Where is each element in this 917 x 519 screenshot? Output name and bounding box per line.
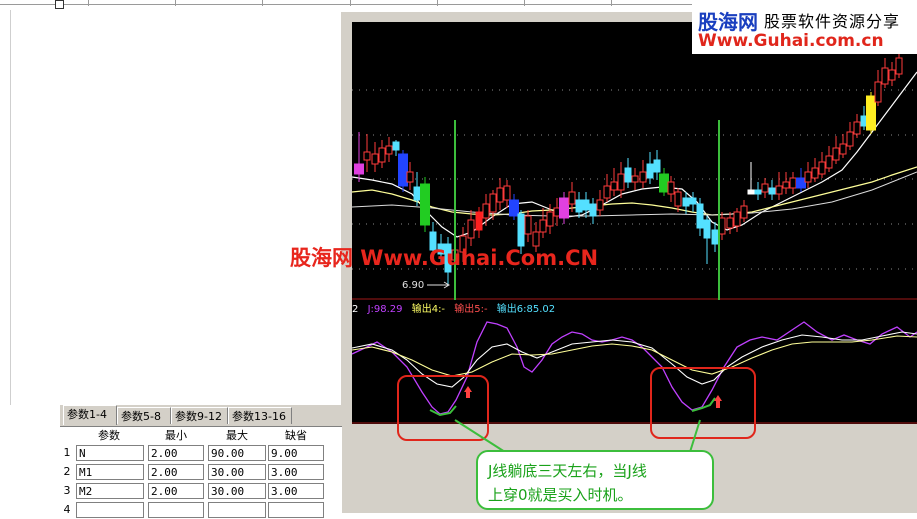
parameter-tabs: 参数1-4 参数5-8 参数9-12 参数13-16 [60, 405, 342, 425]
parameter-row: 2 M1 2.00 30.00 3.00 [60, 463, 342, 481]
logo-tagline: 股票软件资源分享 [764, 12, 901, 31]
parameter-row: 3 M2 2.00 30.00 3.00 [60, 482, 342, 500]
param-min-field[interactable]: 2.00 [148, 464, 204, 480]
annotation-line-2: 上穿0就是买入时机。 [488, 486, 633, 504]
param-name-field[interactable]: M1 [76, 464, 144, 480]
tab-params-13-16[interactable]: 参数13-16 [228, 407, 292, 424]
param-max-field[interactable]: 30.00 [208, 464, 266, 480]
param-name-field[interactable]: M2 [76, 483, 144, 499]
param-max-field[interactable]: 90.00 [208, 445, 266, 461]
header-min: 最小 [165, 429, 187, 442]
row-number: 2 [63, 465, 71, 478]
parameter-row: 4 [60, 501, 342, 519]
header-param: 参数 [98, 429, 120, 442]
parameter-row: 1 N 2.00 90.00 9.00 [60, 444, 342, 462]
watermark: 股海网 Www.Guhai.Com.CN [290, 246, 599, 270]
tab-params-1-4[interactable]: 参数1-4 [63, 405, 117, 425]
annotation-callout: J线躺底三天左右，当J线 上穿0就是买入时机。 [476, 450, 714, 510]
site-logo[interactable]: 股海网 股票软件资源分享 Www.Guhai.com.cn [692, 4, 917, 54]
param-name-field[interactable]: N [76, 445, 144, 461]
tab-params-5-8[interactable]: 参数5-8 [117, 407, 171, 424]
tab-params-9-12[interactable]: 参数9-12 [171, 407, 228, 424]
row-number: 4 [63, 503, 71, 516]
parameter-grid-header: 参数 最小 最大 缺省 [60, 427, 342, 445]
param-default-field[interactable]: 3.00 [268, 464, 324, 480]
header-max: 最大 [226, 429, 248, 442]
param-default-field[interactable]: 3.00 [268, 483, 324, 499]
param-min-field[interactable] [148, 502, 204, 518]
param-default-field[interactable] [268, 502, 324, 518]
parameter-grid: 参数 最小 最大 缺省 1 N 2.00 90.00 9.00 2 M1 2.0… [60, 426, 342, 518]
param-min-field[interactable]: 2.00 [148, 445, 204, 461]
parameter-panel: 参数1-4 参数5-8 参数9-12 参数13-16 参数 最小 最大 缺省 1… [60, 405, 342, 518]
param-default-field[interactable]: 9.00 [268, 445, 324, 461]
row-number: 3 [63, 484, 71, 497]
row-number: 1 [63, 446, 71, 459]
param-min-field[interactable]: 2.00 [148, 483, 204, 499]
annotation-line-1: J线躺底三天左右，当J线 [488, 462, 647, 480]
param-name-field[interactable] [76, 502, 144, 518]
param-max-field[interactable]: 30.00 [208, 483, 266, 499]
param-max-field[interactable] [208, 502, 266, 518]
header-default: 缺省 [285, 429, 307, 442]
logo-url: Www.Guhai.com.cn [698, 31, 884, 51]
